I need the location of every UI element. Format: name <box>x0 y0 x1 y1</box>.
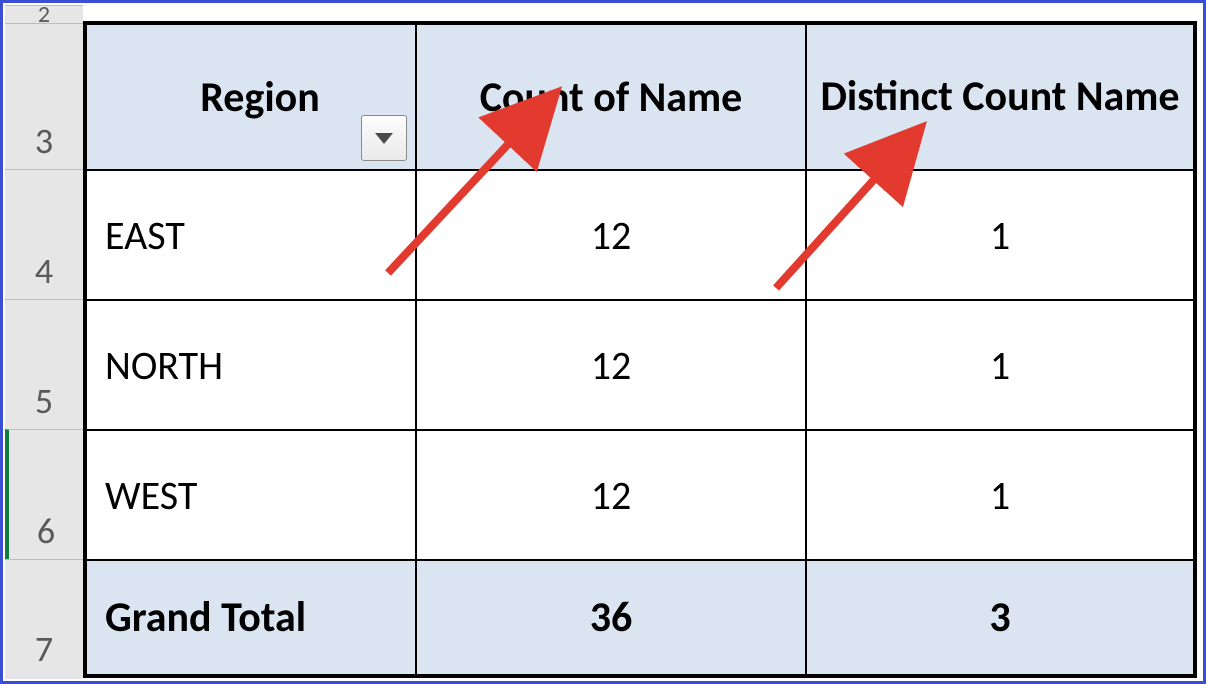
cell-distinct[interactable]: 1 <box>806 300 1194 430</box>
row-header-gutter: 2 3 4 5 6 7 <box>5 5 83 679</box>
cell-value: 36 <box>590 592 633 643</box>
table-row: NORTH 12 1 <box>86 300 1194 430</box>
cell-value: 12 <box>591 211 632 260</box>
cell-region[interactable]: NORTH <box>86 300 416 430</box>
table-row: WEST 12 1 <box>86 430 1194 560</box>
cell-count[interactable]: 12 <box>416 170 806 300</box>
chevron-down-icon <box>374 131 394 145</box>
cell-count[interactable]: 12 <box>416 430 806 560</box>
pivot-header-count[interactable]: Count of Name <box>416 24 806 170</box>
filter-dropdown-button[interactable] <box>361 115 407 161</box>
pivot-header-region[interactable]: Region <box>86 24 416 170</box>
cell-value: WEST <box>105 471 197 520</box>
screenshot-frame: 2 3 4 5 6 7 Region Count of Name Distinc… <box>0 0 1206 684</box>
row-header-2[interactable]: 2 <box>5 5 83 23</box>
cell-value: EAST <box>105 211 185 260</box>
cell-distinct[interactable]: 1 <box>806 430 1194 560</box>
row-header-label: 3 <box>35 119 53 163</box>
cell-total-distinct[interactable]: 3 <box>806 560 1194 675</box>
cell-count[interactable]: 12 <box>416 300 806 430</box>
column-label: Count of Name <box>480 72 743 123</box>
table-row: EAST 12 1 <box>86 170 1194 300</box>
pivot-table: Region Count of Name Distinct Count Name… <box>83 21 1197 678</box>
cell-region[interactable]: WEST <box>86 430 416 560</box>
cell-total-count[interactable]: 36 <box>416 560 806 675</box>
row-header-6[interactable]: 6 <box>5 429 83 559</box>
row-header-3[interactable]: 3 <box>5 23 83 169</box>
cell-total-label[interactable]: Grand Total <box>86 560 416 675</box>
cell-distinct[interactable]: 1 <box>806 170 1194 300</box>
row-header-label: 4 <box>35 249 53 293</box>
pivot-header-distinct[interactable]: Distinct Count Name <box>806 24 1194 170</box>
column-label: Region <box>200 72 320 123</box>
row-header-4[interactable]: 4 <box>5 169 83 299</box>
cell-value: Grand Total <box>105 592 306 643</box>
cell-value: 1 <box>990 211 1010 260</box>
cell-value: 12 <box>591 341 632 390</box>
cell-value: 12 <box>591 471 632 520</box>
pivot-header-row: Region Count of Name Distinct Count Name <box>86 24 1194 170</box>
row-header-5[interactable]: 5 <box>5 299 83 429</box>
column-label: Distinct Count Name <box>820 74 1179 120</box>
row-header-label: 5 <box>35 379 53 423</box>
cell-value: 3 <box>989 592 1010 643</box>
cell-value: 1 <box>990 341 1010 390</box>
grand-total-row: Grand Total 36 3 <box>86 560 1194 675</box>
cell-value: NORTH <box>105 341 223 390</box>
cell-value: 1 <box>990 471 1010 520</box>
row-header-label: 6 <box>37 509 55 553</box>
row-header-7[interactable]: 7 <box>5 559 83 677</box>
row-header-label: 7 <box>35 627 53 671</box>
cell-region[interactable]: EAST <box>86 170 416 300</box>
